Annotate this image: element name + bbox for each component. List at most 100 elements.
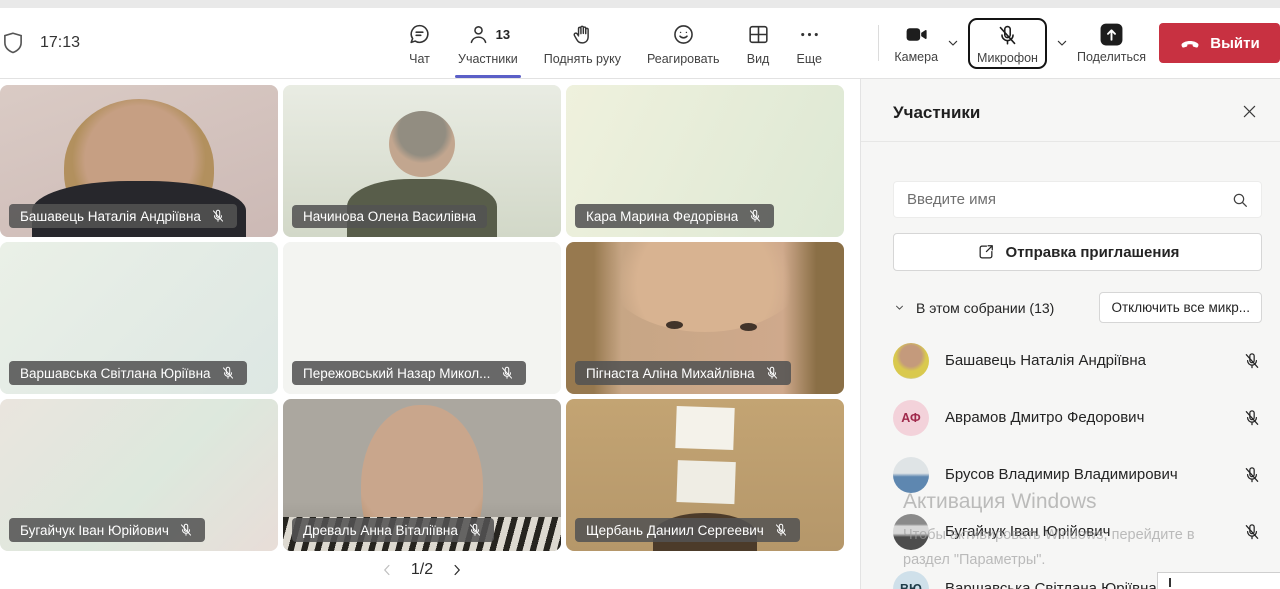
mic-muted-icon bbox=[747, 208, 763, 224]
participant-name: Башавець Наталія Андріївна bbox=[20, 208, 201, 224]
leave-button[interactable]: Выйти bbox=[1159, 23, 1280, 63]
close-icon[interactable] bbox=[1240, 102, 1262, 124]
chat-icon bbox=[407, 22, 432, 47]
participant-search-box bbox=[893, 181, 1262, 218]
toolbar-right-controls: Камера Микрофон Поделиться Выйти bbox=[878, 8, 1280, 78]
tooltip-stub bbox=[1157, 572, 1280, 589]
camera-options-chevron[interactable] bbox=[945, 35, 961, 51]
participant-count-badge: 13 bbox=[495, 27, 511, 42]
participant-name-tag: Щербань Даниил Сергеевич bbox=[575, 518, 800, 542]
view-grid-icon bbox=[746, 22, 771, 47]
more-ellipsis-icon bbox=[797, 22, 822, 47]
toolbar-tab-react[interactable]: Реагировать bbox=[638, 8, 729, 78]
window-top-strip bbox=[0, 0, 1280, 8]
participant-name: Пережовський Назар Микол... bbox=[303, 365, 491, 381]
camera-button[interactable]: Камера bbox=[894, 22, 938, 64]
participant-list: Башавець Наталія Андріївна АФ Аврамов Дм… bbox=[893, 332, 1262, 589]
video-tile[interactable]: ВЮ Варшавська Світлана Юріївна bbox=[0, 242, 278, 394]
mic-muted-icon bbox=[764, 365, 780, 381]
video-tile[interactable]: Башавець Наталія Андріївна bbox=[0, 85, 278, 237]
toolbar-tabs: Чат 13 Участники Поднять руку Реагироват… bbox=[398, 8, 831, 78]
participant-name-tag: Башавець Наталія Андріївна bbox=[9, 204, 237, 228]
meeting-stage: Башавець Наталія Андріївна Начинова Олен… bbox=[0, 79, 1280, 589]
avatar bbox=[893, 342, 929, 379]
avatar bbox=[893, 513, 929, 550]
participant-name: Кара Марина Федорівна bbox=[586, 208, 739, 224]
grid-pagination: 1/2 bbox=[0, 561, 844, 579]
participant-row[interactable]: АФ Аврамов Дмитро Федорович bbox=[893, 389, 1262, 446]
search-input[interactable] bbox=[905, 190, 1230, 209]
meeting-timer: 17:13 bbox=[40, 34, 81, 51]
meeting-toolbar: 17:13 Чат 13 Участники Поднять руку Реаг… bbox=[0, 8, 1280, 79]
share-screen-icon bbox=[1099, 22, 1124, 47]
video-tile[interactable]: Кара Марина Федорівна bbox=[566, 85, 844, 237]
participant-name-tag: Пережовський Назар Микол... bbox=[292, 361, 527, 385]
camera-icon bbox=[904, 22, 929, 47]
mic-muted-icon bbox=[220, 365, 236, 381]
invite-share-icon bbox=[976, 242, 996, 262]
toolbar-tab-more[interactable]: Еще bbox=[788, 8, 831, 78]
hang-up-icon bbox=[1179, 32, 1201, 54]
participant-name: Брусов Владимир Владимирович bbox=[945, 466, 1178, 483]
participant-name: Башавець Наталія Андріївна bbox=[945, 352, 1147, 369]
participant-name: Бугайчук Іван Юрійович bbox=[945, 523, 1111, 540]
microphone-button[interactable]: Микрофон bbox=[968, 17, 1047, 69]
participant-name-tag: Кара Марина Федорівна bbox=[575, 204, 775, 228]
participant-row[interactable]: Брусов Владимир Владимирович bbox=[893, 446, 1262, 503]
meeting-window: 17:13 Чат 13 Участники Поднять руку Реаг… bbox=[0, 0, 1280, 589]
participant-name: Древаль Анна Віталіївна bbox=[303, 522, 458, 538]
participant-name-tag: Варшавська Світлана Юріївна bbox=[9, 361, 247, 385]
mute-all-button[interactable]: Отключить все микр... bbox=[1099, 292, 1262, 323]
participant-name-tag: Бугайчук Іван Юрійович bbox=[9, 518, 205, 542]
people-icon bbox=[466, 22, 491, 47]
avatar bbox=[893, 456, 929, 493]
page-next-chevron-icon[interactable] bbox=[448, 561, 466, 579]
timer-group: 17:13 bbox=[0, 30, 80, 56]
panel-title: Участники bbox=[893, 103, 981, 122]
video-tile[interactable]: Бугайчук Іван Юрійович bbox=[0, 399, 278, 551]
toolbar-tab-chat[interactable]: Чат bbox=[398, 8, 441, 78]
participant-row[interactable]: Бугайчук Іван Юрійович bbox=[893, 503, 1262, 560]
mic-muted-icon[interactable] bbox=[1242, 408, 1262, 428]
microphone-options-chevron[interactable] bbox=[1054, 35, 1070, 51]
mic-muted-icon[interactable] bbox=[1242, 465, 1262, 485]
video-tile[interactable]: Начинова Олена Василівна bbox=[283, 85, 561, 237]
participant-name: Варшавська Світлана Юріївна bbox=[20, 365, 211, 381]
toolbar-tab-raise-hand[interactable]: Поднять руку bbox=[535, 8, 630, 78]
participant-name-tag: Начинова Олена Василівна bbox=[292, 205, 488, 228]
participant-name-tag: Пігнаста Аліна Михайлівна bbox=[575, 361, 791, 385]
page-indicator: 1/2 bbox=[410, 561, 434, 578]
video-tile[interactable]: Пережовський Назар Микол... bbox=[283, 242, 561, 394]
share-button[interactable]: Поделиться bbox=[1077, 22, 1146, 64]
avatar: АФ bbox=[893, 399, 929, 436]
section-chevron-down-icon[interactable] bbox=[893, 301, 906, 314]
participant-name-tag: Древаль Анна Віталіївна bbox=[292, 518, 494, 542]
video-tile[interactable]: Пігнаста Аліна Михайлівна bbox=[566, 242, 844, 394]
section-label: В этом собрании (13) bbox=[916, 299, 1055, 316]
participants-panel: Участники Отправка приглашения В этом со… bbox=[860, 79, 1280, 589]
avatar: ВЮ bbox=[893, 570, 929, 589]
search-icon bbox=[1230, 190, 1250, 210]
mic-muted-icon[interactable] bbox=[1242, 522, 1262, 542]
participant-name: Пігнаста Аліна Михайлівна bbox=[586, 365, 755, 381]
mic-muted-icon bbox=[499, 365, 515, 381]
video-tile[interactable]: Щербань Даниил Сергеевич bbox=[566, 399, 844, 551]
panel-divider bbox=[861, 141, 1280, 142]
participant-name: Начинова Олена Василівна bbox=[303, 209, 477, 224]
participants-panel-header: Участники bbox=[893, 79, 1262, 141]
video-tile[interactable]: Древаль Анна Віталіївна bbox=[283, 399, 561, 551]
toolbar-tab-view[interactable]: Вид bbox=[737, 8, 780, 78]
mic-muted-icon[interactable] bbox=[1242, 351, 1262, 371]
in-meeting-section-header: В этом собрании (13) Отключить все микр.… bbox=[893, 292, 1262, 323]
video-grid: Башавець Наталія Андріївна Начинова Олен… bbox=[0, 85, 844, 551]
mic-muted-icon bbox=[210, 208, 226, 224]
participant-row[interactable]: Башавець Наталія Андріївна bbox=[893, 332, 1262, 389]
participant-name: Бугайчук Іван Юрійович bbox=[20, 522, 169, 538]
participant-name: Аврамов Дмитро Федорович bbox=[945, 409, 1145, 426]
send-invite-button[interactable]: Отправка приглашения bbox=[893, 233, 1262, 271]
page-prev-chevron-icon[interactable] bbox=[378, 561, 396, 579]
raise-hand-icon bbox=[570, 22, 595, 47]
toolbar-tab-participants[interactable]: 13 Участники bbox=[449, 8, 527, 78]
participant-name: Щербань Даниил Сергеевич bbox=[586, 522, 764, 538]
mic-muted-icon bbox=[773, 522, 789, 538]
